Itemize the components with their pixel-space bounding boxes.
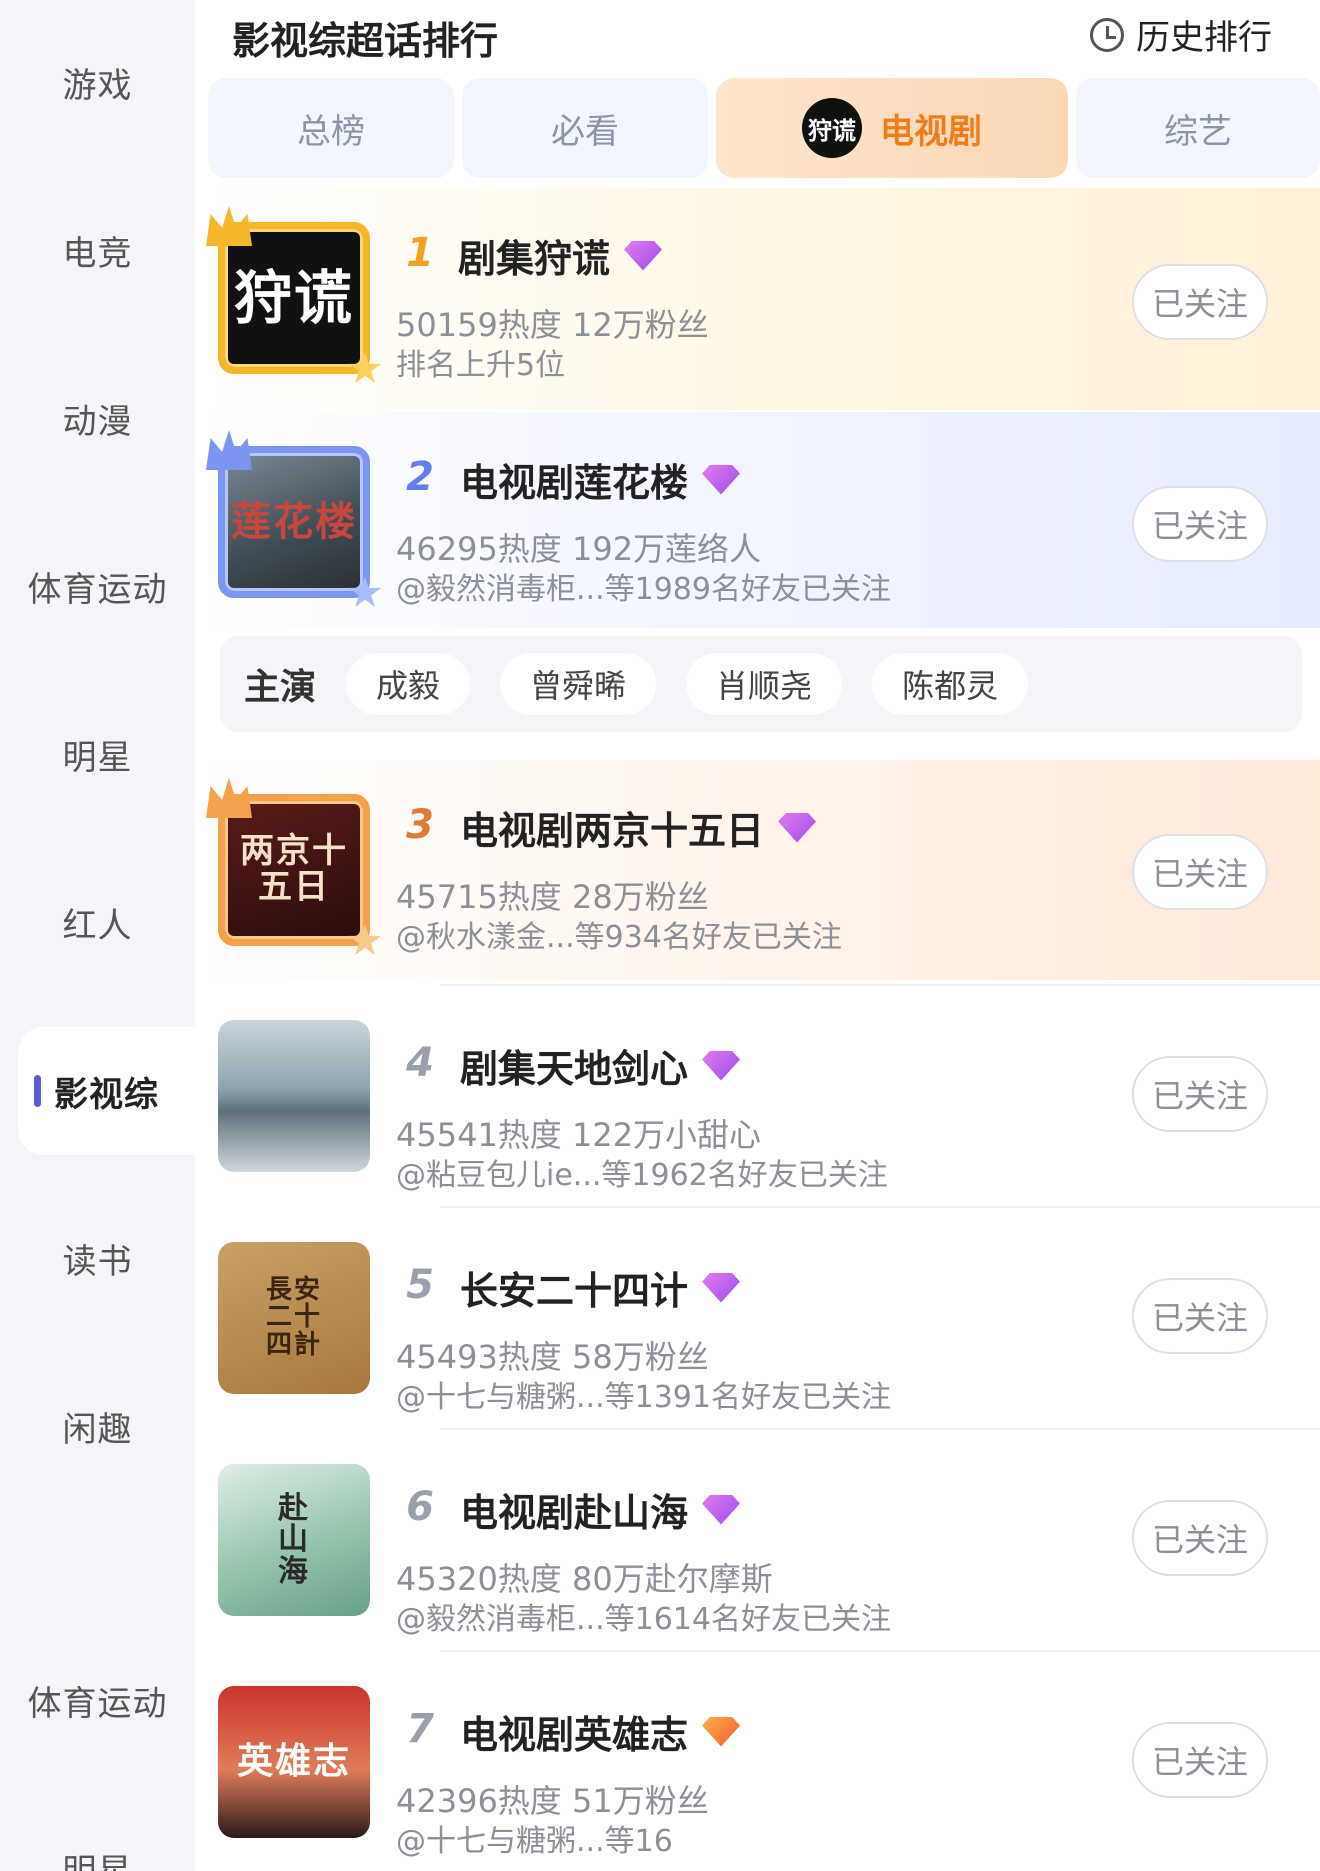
- follow-button[interactable]: 已关注: [1132, 264, 1268, 340]
- follow-button[interactable]: 已关注: [1132, 1722, 1268, 1798]
- sidebar-item-leisure[interactable]: 闲趣: [0, 1402, 195, 1451]
- list-item[interactable]: 赴山海 6 电视剧赴山海 45320热度 80万赴尔摩斯 @毅然消毒柜...等1…: [200, 1444, 1320, 1664]
- list-item[interactable]: 狩谎 1 剧集狩谎 50159热度 12万粉丝 排名上升5位 已关注: [200, 188, 1320, 410]
- poster-title: 两京十五日: [240, 831, 348, 907]
- cast-strip: 主演 成毅 曾舜晞 肖顺尧 陈都灵: [220, 636, 1302, 732]
- item-title: 剧集狩谎: [458, 237, 611, 281]
- item-subtext: @毅然消毒柜...等1989名好友已关注: [396, 572, 891, 607]
- page-title: 影视综超话排行: [232, 19, 499, 63]
- follow-button[interactable]: 已关注: [1132, 1500, 1268, 1576]
- clock-icon: [1090, 17, 1124, 52]
- poster-title: 赴山海: [278, 1490, 310, 1589]
- poster-image: 赴山海: [218, 1464, 370, 1616]
- poster-image: 長安二十四計: [218, 1242, 370, 1394]
- diamond-icon: [778, 812, 817, 843]
- item-title: 电视剧赴山海: [460, 1491, 689, 1535]
- sidebar-item-film-tv[interactable]: 影视综: [18, 1027, 195, 1155]
- history-ranking-label: 历史排行: [1136, 18, 1272, 58]
- follow-button[interactable]: 已关注: [1132, 834, 1268, 910]
- cast-chip[interactable]: 肖顺尧: [686, 653, 843, 715]
- item-name[interactable]: 剧集天地剑心: [460, 1038, 741, 1093]
- item-subtext: @十七与糖粥...等16: [396, 1824, 673, 1859]
- item-title: 剧集天地剑心: [460, 1047, 689, 1091]
- tab-variety[interactable]: 综艺: [1076, 78, 1320, 178]
- sidebar-item-label: 影视综: [54, 1074, 159, 1115]
- divider: [440, 1206, 1320, 1208]
- sidebar-item-games[interactable]: 游戏: [0, 58, 195, 107]
- sidebar-item-stars[interactable]: 明星: [0, 730, 195, 779]
- sidebar-item-influencers[interactable]: 红人: [0, 898, 195, 947]
- item-subtext: @毅然消毒柜...等1614名好友已关注: [396, 1602, 891, 1637]
- sidebar-item-reading[interactable]: 读书: [0, 1234, 195, 1283]
- sidebar-item-sports[interactable]: 体育运动: [0, 562, 195, 611]
- item-title: 电视剧莲花楼: [460, 461, 689, 505]
- rank-number: 1: [406, 230, 434, 276]
- item-title: 电视剧两京十五日: [460, 809, 765, 853]
- poster-title: 狩谎: [233, 263, 354, 332]
- follow-button[interactable]: 已关注: [1132, 1278, 1268, 1354]
- cast-chip[interactable]: 陈都灵: [872, 653, 1029, 715]
- crown-icon: [206, 778, 252, 818]
- tab-tv-series[interactable]: 狩谎 电视剧: [716, 78, 1068, 178]
- item-title: 长安二十四计: [460, 1269, 689, 1313]
- diamond-icon: [702, 1716, 741, 1747]
- rank-number: 7: [406, 1706, 434, 1752]
- tv-tab-logo-icon: 狩谎: [802, 98, 862, 158]
- diamond-icon: [702, 1050, 741, 1081]
- item-subtext: @秋水漾金...等934名好友已关注: [396, 920, 842, 955]
- cast-chip[interactable]: 曾舜晞: [500, 653, 657, 715]
- item-name[interactable]: 长安二十四计: [460, 1260, 741, 1315]
- tab-must-watch[interactable]: 必看: [462, 78, 708, 178]
- item-name[interactable]: 电视剧两京十五日: [460, 800, 817, 855]
- divider: [440, 984, 1320, 986]
- rank-number: 6: [406, 1484, 434, 1530]
- poster-title: 長安二十四計: [265, 1275, 322, 1360]
- item-subtext: @粘豆包儿ie...等1962名好友已关注: [396, 1158, 888, 1193]
- crown-icon: [206, 206, 252, 246]
- diamond-icon: [702, 464, 741, 495]
- rank-number: 4: [406, 1040, 434, 1086]
- list-item[interactable]: 莲花楼 2 电视剧莲花楼 46295热度 192万莲络人 @毅然消毒柜...等1…: [200, 412, 1320, 628]
- item-name[interactable]: 电视剧莲花楼: [460, 452, 741, 507]
- tab-overall[interactable]: 总榜: [208, 78, 454, 178]
- list-item[interactable]: 長安二十四計 5 长安二十四计 45493热度 58万粉丝 @十七与糖粥...等…: [200, 1222, 1320, 1442]
- divider: [440, 1428, 1320, 1430]
- item-title: 电视剧英雄志: [460, 1713, 689, 1757]
- sidebar-item-anime[interactable]: 动漫: [0, 394, 195, 443]
- list-item[interactable]: 4 剧集天地剑心 45541热度 122万小甜心 @粘豆包儿ie...等1962…: [200, 1000, 1320, 1220]
- active-indicator: [34, 1075, 41, 1107]
- poster-title: 英雄志: [236, 1741, 351, 1783]
- cast-label: 主演: [244, 667, 317, 708]
- crown-icon: [206, 430, 252, 470]
- poster-title: 莲花楼: [231, 499, 357, 545]
- follow-button[interactable]: 已关注: [1132, 486, 1268, 562]
- diamond-icon: [702, 1272, 741, 1303]
- item-name[interactable]: 电视剧赴山海: [460, 1482, 741, 1537]
- follow-button[interactable]: 已关注: [1132, 1056, 1268, 1132]
- poster-image: 英雄志: [218, 1686, 370, 1838]
- poster-image: [218, 1020, 370, 1172]
- diamond-icon: [624, 240, 663, 271]
- divider: [440, 1650, 1320, 1652]
- cast-chip[interactable]: 成毅: [346, 653, 471, 715]
- item-name[interactable]: 剧集狩谎: [458, 228, 663, 283]
- tab-tv-series-label: 电视剧: [880, 111, 982, 152]
- item-subtext: 排名上升5位: [396, 348, 566, 383]
- rank-number: 3: [406, 802, 434, 848]
- category-sidebar: 游戏 电竞 动漫 体育运动 明星 红人 影视综 读书 闲趣 体育运动 明星: [0, 0, 195, 1871]
- item-name[interactable]: 电视剧英雄志: [460, 1704, 741, 1759]
- rank-number: 5: [406, 1262, 434, 1308]
- sidebar-item-stars-2[interactable]: 明星: [0, 1844, 195, 1871]
- diamond-icon: [702, 1494, 741, 1525]
- rank-number: 2: [406, 454, 434, 500]
- history-ranking-button[interactable]: 历史排行: [1090, 10, 1272, 59]
- item-subtext: @十七与糖粥...等1391名好友已关注: [396, 1380, 891, 1415]
- list-item[interactable]: 英雄志 7 电视剧英雄志 42396热度 51万粉丝 @十七与糖粥...等16 …: [200, 1666, 1320, 1871]
- sidebar-item-sports-2[interactable]: 体育运动: [0, 1676, 195, 1725]
- list-item[interactable]: 两京十五日 3 电视剧两京十五日 45715热度 28万粉丝 @秋水漾金...等…: [200, 760, 1320, 980]
- sidebar-item-esports[interactable]: 电竞: [0, 226, 195, 275]
